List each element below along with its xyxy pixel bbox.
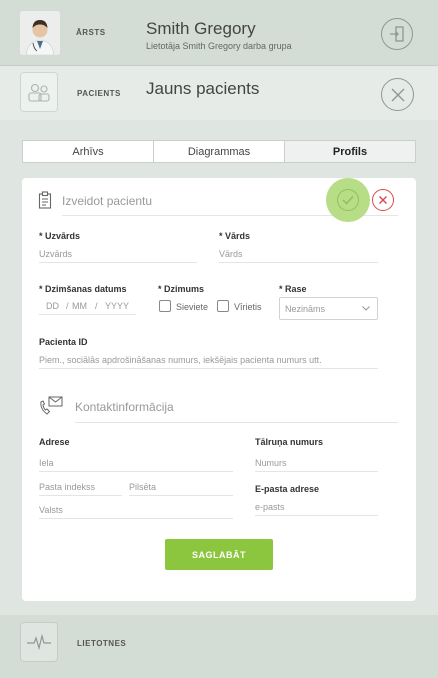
email-input[interactable]: e-pasts bbox=[255, 502, 285, 512]
patient-id-input[interactable]: Piem., sociālās apdrošināšanas numurs, i… bbox=[39, 355, 322, 365]
birthdate-separator: / bbox=[66, 301, 69, 311]
chevron-down-icon bbox=[362, 306, 370, 311]
firstname-label: * Vārds bbox=[219, 231, 251, 241]
address-label: Adrese bbox=[39, 437, 70, 447]
postal-code-input[interactable]: Pasta indekss bbox=[39, 482, 95, 492]
city-input[interactable]: Pilsēta bbox=[129, 482, 156, 492]
birthdate-year-input[interactable]: YYYY bbox=[105, 301, 129, 311]
firstname-input[interactable]: Vārds bbox=[219, 249, 243, 259]
gender-male-label: Vīrietis bbox=[234, 302, 262, 312]
doctor-portrait-icon bbox=[20, 11, 60, 55]
check-icon bbox=[342, 195, 354, 205]
patient-icon-box bbox=[20, 72, 58, 112]
gender-label: * Dzimums bbox=[158, 284, 205, 294]
logout-button[interactable] bbox=[381, 18, 413, 50]
heartbeat-icon bbox=[27, 633, 51, 651]
doctor-role-label: ĀRSTS bbox=[76, 28, 106, 37]
patient-role-label: PACIENTS bbox=[77, 89, 121, 98]
race-select[interactable]: Nezināms bbox=[279, 297, 378, 320]
clipboard-icon bbox=[38, 191, 52, 209]
apps-label: LIETOTNES bbox=[77, 639, 127, 648]
section-divider bbox=[75, 422, 398, 423]
tab-archive[interactable]: Arhīvs bbox=[23, 141, 154, 162]
tab-profile[interactable]: Profils bbox=[285, 141, 415, 162]
birthdate-day-input[interactable]: DD bbox=[46, 301, 59, 311]
save-button[interactable]: SAGLABĀT bbox=[165, 539, 273, 570]
confirm-button[interactable] bbox=[326, 178, 370, 222]
phone-label: Tālruņa numurs bbox=[255, 437, 324, 447]
gender-female-label: Sieviete bbox=[176, 302, 209, 312]
gender-female-checkbox[interactable] bbox=[159, 300, 171, 312]
patient-title: Jauns pacients bbox=[146, 79, 260, 98]
birthdate-separator: / bbox=[95, 301, 98, 311]
close-icon bbox=[379, 196, 387, 204]
phone-mail-icon bbox=[40, 396, 63, 415]
avatar bbox=[20, 11, 60, 55]
tab-charts[interactable]: Diagrammas bbox=[154, 141, 285, 162]
patient-group-icon bbox=[28, 83, 50, 102]
contact-title: Kontaktinformācija bbox=[75, 400, 174, 414]
apps-button[interactable] bbox=[20, 622, 58, 662]
close-patient-button[interactable] bbox=[381, 78, 414, 111]
doctor-workgroup: Lietotāja Smith Gregory darba grupa bbox=[146, 41, 292, 51]
birthdate-label: * Dzimšanas datums bbox=[39, 284, 127, 294]
race-label: * Rase bbox=[279, 284, 307, 294]
race-selected-value: Nezināms bbox=[285, 304, 326, 314]
cancel-button[interactable] bbox=[372, 189, 394, 211]
surname-input[interactable]: Uzvārds bbox=[39, 249, 72, 259]
phone-input[interactable]: Numurs bbox=[255, 458, 287, 468]
street-input[interactable]: Iela bbox=[39, 458, 54, 468]
gender-male-checkbox[interactable] bbox=[217, 300, 229, 312]
doctor-name: Smith Gregory bbox=[146, 19, 256, 38]
patient-id-label: Pacienta ID bbox=[39, 337, 88, 347]
footer-bar bbox=[0, 615, 438, 678]
create-patient-title: Izveidot pacientu bbox=[62, 194, 153, 208]
email-label: E-pasta adrese bbox=[255, 484, 320, 494]
logout-door-icon bbox=[390, 26, 404, 42]
birthdate-month-input[interactable]: MM bbox=[72, 301, 87, 311]
close-icon bbox=[391, 88, 404, 101]
surname-label: * Uzvārds bbox=[39, 231, 81, 241]
patient-form-card bbox=[22, 178, 416, 601]
tab-bar: Arhīvs Diagrammas Profils bbox=[22, 140, 416, 163]
country-input[interactable]: Valsts bbox=[39, 505, 63, 515]
